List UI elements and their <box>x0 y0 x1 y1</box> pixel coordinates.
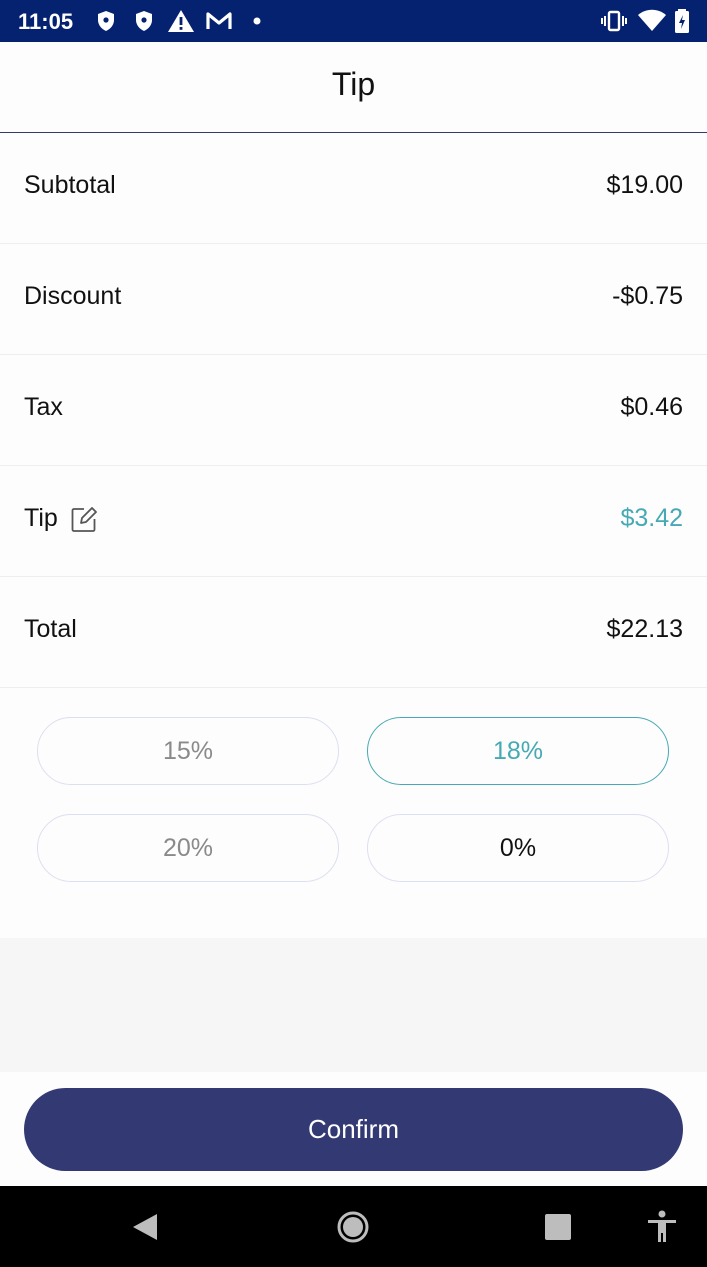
gmail-icon <box>205 8 233 34</box>
tip-option-20[interactable]: 20% <box>37 814 339 882</box>
confirm-area: Confirm <box>0 1072 707 1186</box>
discount-row: Discount -$0.75 <box>0 244 707 355</box>
spacer-area <box>0 938 707 1072</box>
shield-icon <box>132 8 156 34</box>
home-icon[interactable] <box>334 1208 372 1246</box>
nav-bar <box>0 1186 707 1267</box>
total-value: $22.13 <box>606 615 683 643</box>
total-row: Total $22.13 <box>0 577 707 688</box>
app-header: Tip <box>0 42 707 133</box>
page-title: Tip <box>331 66 376 102</box>
back-icon[interactable] <box>127 1208 165 1246</box>
discount-label: Discount <box>24 282 122 310</box>
discount-value: -$0.75 <box>612 282 683 310</box>
subtotal-label: Subtotal <box>24 171 116 199</box>
wifi-icon <box>637 8 667 34</box>
tip-option-0[interactable]: 0% <box>367 814 669 882</box>
tax-row: Tax $0.46 <box>0 355 707 466</box>
confirm-button[interactable]: Confirm <box>24 1088 683 1171</box>
total-label: Total <box>24 615 77 643</box>
tip-option-18[interactable]: 18% <box>367 717 669 785</box>
recents-icon[interactable] <box>539 1208 577 1246</box>
tax-value: $0.46 <box>620 393 683 421</box>
tip-options: 15% 18% 20% 0% <box>0 688 707 938</box>
vibrate-icon <box>601 8 627 34</box>
status-time: 11:05 <box>18 9 74 34</box>
tip-value: $3.42 <box>620 504 683 532</box>
accessibility-icon[interactable] <box>643 1208 681 1246</box>
warning-icon <box>167 8 195 34</box>
tip-label: Tip <box>24 504 58 532</box>
battery-icon <box>672 8 692 34</box>
tip-option-15[interactable]: 15% <box>37 717 339 785</box>
status-bar: 11:05 <box>0 0 707 42</box>
tip-row: Tip $3.42 <box>0 466 707 577</box>
tax-label: Tax <box>24 393 63 421</box>
subtotal-row: Subtotal $19.00 <box>0 133 707 244</box>
edit-icon[interactable] <box>70 506 98 534</box>
dot-icon <box>250 8 264 34</box>
subtotal-value: $19.00 <box>606 171 683 199</box>
shield-icon <box>94 8 118 34</box>
